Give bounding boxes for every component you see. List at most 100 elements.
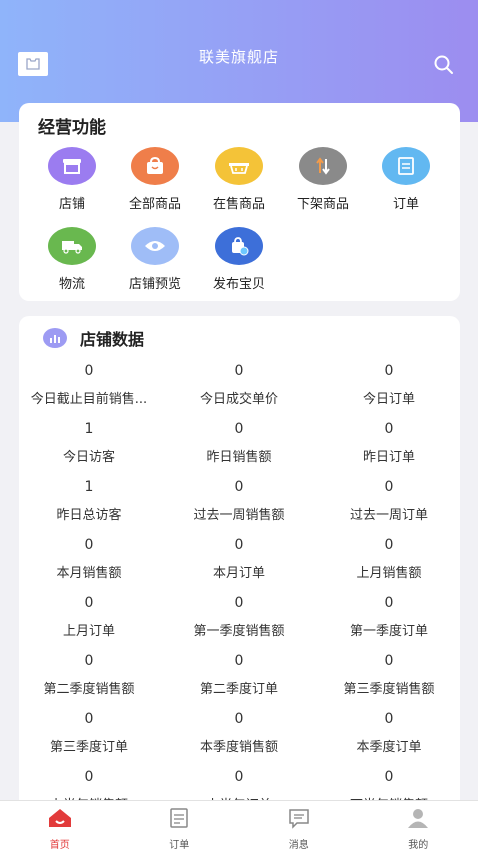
stat-cell[interactable]: 0 第三季度销售额	[319, 650, 459, 708]
stat-cell[interactable]: 0 本月销售额	[19, 534, 159, 592]
stat-label: 第三季度销售额	[343, 682, 435, 697]
stat-label: 本季度订单	[356, 740, 422, 755]
message-icon	[239, 806, 359, 830]
stat-cell[interactable]: 1 今日访客	[19, 418, 159, 476]
stat-cell[interactable]: 0 昨日销售额	[159, 418, 319, 476]
stat-value: 0	[84, 769, 94, 785]
store-data-card: 店铺数据 0 今日截止目前销售... 0 今日成交单价 0 今日订单 1 今日访客 0 昨…	[19, 316, 460, 850]
sort-arrows-icon	[299, 147, 347, 185]
stat-value: 1	[84, 479, 94, 495]
stat-value: 0	[234, 421, 244, 437]
func-store-preview[interactable]: 店铺预览	[114, 227, 196, 292]
stat-cell[interactable]: 0 第三季度订单	[19, 708, 159, 766]
stat-label: 第二季度销售额	[43, 682, 135, 697]
search-icon[interactable]	[432, 53, 456, 77]
functions-title: 经营功能	[38, 118, 106, 138]
stat-label: 第一季度销售额	[193, 624, 285, 639]
bottom-tab-bar: 首页 订单 消息 我的	[0, 800, 478, 850]
stat-label: 过去一周销售额	[193, 508, 285, 523]
bag-icon	[131, 147, 179, 185]
stat-label: 本月订单	[212, 566, 265, 581]
order-list-icon	[382, 147, 430, 185]
func-off-shelf[interactable]: 下架商品	[282, 147, 364, 212]
store-icon	[48, 147, 96, 185]
stat-value: 0	[234, 595, 244, 611]
stat-cell[interactable]: 0 过去一周销售额	[159, 476, 319, 534]
stat-label: 第三季度订单	[49, 740, 128, 755]
stat-cell[interactable]: 0 上月订单	[19, 592, 159, 650]
chart-icon	[43, 328, 67, 348]
stat-value: 0	[234, 653, 244, 669]
stat-cell[interactable]: 0 本月订单	[159, 534, 319, 592]
profile-icon	[359, 806, 478, 830]
func-orders[interactable]: 订单	[365, 147, 447, 212]
tab-home[interactable]: 首页	[0, 801, 120, 850]
stat-label: 今日访客	[62, 450, 115, 465]
stat-label: 昨日订单	[362, 450, 415, 465]
stat-value: 0	[84, 363, 94, 379]
tab-orders[interactable]: 订单	[120, 801, 240, 850]
stat-value: 0	[384, 595, 394, 611]
stat-cell[interactable]: 0 上月销售额	[319, 534, 459, 592]
stat-cell[interactable]: 0 过去一周订单	[319, 476, 459, 534]
tab-label: 首页	[49, 840, 70, 850]
stat-label: 今日截止目前销售...	[30, 392, 148, 407]
stat-value: 0	[384, 769, 394, 785]
stat-label: 昨日销售额	[206, 450, 272, 465]
func-label: 物流	[58, 277, 85, 292]
stat-cell[interactable]: 0 今日订单	[319, 360, 459, 418]
stat-value: 0	[384, 711, 394, 727]
stat-cell[interactable]: 0 第一季度销售额	[159, 592, 319, 650]
func-label: 全部商品	[128, 197, 181, 212]
stat-cell[interactable]: 0 第二季度销售额	[19, 650, 159, 708]
func-label: 订单	[392, 197, 419, 212]
stat-label: 今日成交单价	[199, 392, 278, 407]
stat-cell[interactable]: 0 第一季度订单	[319, 592, 459, 650]
publish-bag-icon	[215, 227, 263, 265]
stat-value: 0	[84, 711, 94, 727]
func-label: 店铺	[58, 197, 85, 212]
business-functions-card: 经营功能 店铺 全部商品 在售商品 下架商品 订单 物流 店铺预览 发布宝贝	[19, 103, 460, 301]
stat-value: 0	[384, 537, 394, 553]
order-icon	[120, 806, 240, 830]
func-label: 店铺预览	[128, 277, 181, 292]
stat-value: 1	[84, 421, 94, 437]
stat-label: 上月订单	[62, 624, 115, 639]
func-on-sale[interactable]: 在售商品	[198, 147, 280, 212]
func-publish-item[interactable]: 发布宝贝	[198, 227, 280, 292]
stat-cell[interactable]: 0 本季度订单	[319, 708, 459, 766]
basket-icon	[215, 147, 263, 185]
stat-label: 本季度销售额	[199, 740, 278, 755]
stat-label: 上月销售额	[356, 566, 422, 581]
tab-messages[interactable]: 消息	[239, 801, 359, 850]
stat-label: 过去一周订单	[349, 508, 428, 523]
stat-value: 0	[234, 769, 244, 785]
stat-label: 第二季度订单	[199, 682, 278, 697]
stat-cell[interactable]: 1 昨日总访客	[19, 476, 159, 534]
stat-value: 0	[384, 363, 394, 379]
func-all-products[interactable]: 全部商品	[114, 147, 196, 212]
stat-label: 第一季度订单	[349, 624, 428, 639]
tab-profile[interactable]: 我的	[359, 801, 478, 850]
stat-cell[interactable]: 0 今日截止目前销售...	[19, 360, 159, 418]
func-store[interactable]: 店铺	[31, 147, 113, 212]
stat-cell[interactable]: 0 本季度销售额	[159, 708, 319, 766]
func-logistics[interactable]: 物流	[31, 227, 113, 292]
stat-label: 昨日总访客	[56, 508, 122, 523]
stat-value: 0	[84, 653, 94, 669]
stat-value: 0	[384, 421, 394, 437]
stat-cell[interactable]: 0 第二季度订单	[159, 650, 319, 708]
func-label: 在售商品	[212, 197, 265, 212]
eye-icon	[131, 227, 179, 265]
func-label: 发布宝贝	[212, 277, 265, 292]
stat-value: 0	[384, 653, 394, 669]
stat-value: 0	[234, 363, 244, 379]
stat-cell[interactable]: 0 今日成交单价	[159, 360, 319, 418]
stat-cell[interactable]: 0 昨日订单	[319, 418, 459, 476]
truck-icon	[48, 227, 96, 265]
page-title: 联美旗舰店	[198, 48, 279, 66]
store-data-header: 店铺数据	[43, 326, 144, 350]
stat-value: 0	[384, 479, 394, 495]
home-icon	[0, 806, 120, 830]
stat-label: 今日订单	[362, 392, 415, 407]
